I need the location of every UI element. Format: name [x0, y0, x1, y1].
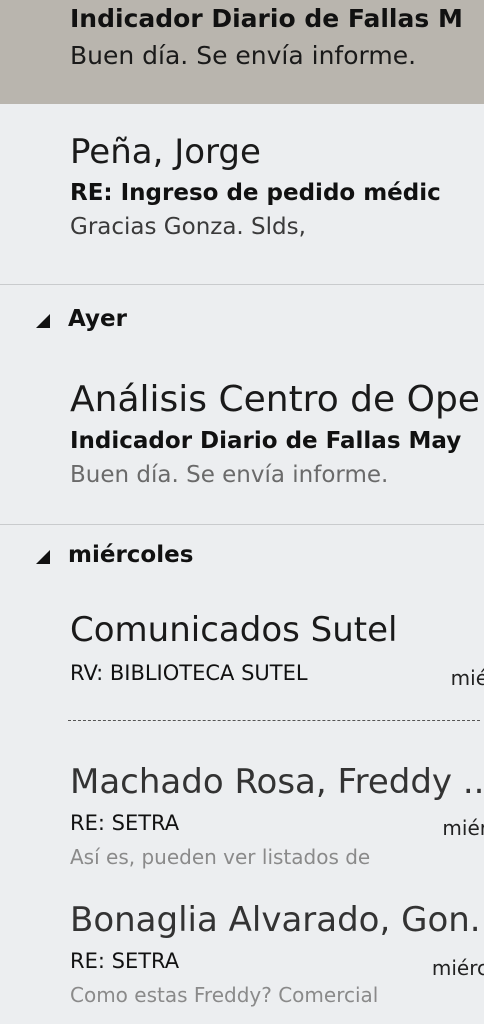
message-date: miér — [442, 816, 484, 840]
group-header-label: Ayer — [68, 306, 127, 332]
message-subject: RE: SETRA — [70, 811, 180, 835]
message-sender: Machado Rosa, Freddy ... — [70, 762, 484, 802]
message-item[interactable]: Bonaglia Alvarado, Gon... RE: SETRA miér… — [0, 900, 484, 1024]
message-list: Indicador Diario de Fallas M Buen día. S… — [0, 0, 484, 1024]
message-item[interactable]: Indicador Diario de Fallas M Buen día. S… — [0, 0, 484, 104]
message-preview: Gracias Gonza. Slds, — [70, 214, 306, 240]
message-sender: Comunicados Sutel — [70, 610, 398, 650]
message-subject: Indicador Diario de Fallas May — [70, 428, 462, 454]
message-preview: Buen día. Se envía informe. — [70, 462, 389, 488]
message-date: mié — [450, 666, 484, 690]
message-subject: RV: BIBLIOTECA SUTEL — [70, 661, 308, 685]
message-item[interactable]: Peña, Jorge RE: Ingreso de pedido médic … — [0, 132, 484, 280]
message-preview: Así es, pueden ver listados de — [70, 845, 371, 869]
message-date: miérc — [431, 956, 484, 980]
group-header-ayer[interactable]: Ayer — [36, 306, 127, 332]
separator — [0, 284, 484, 285]
message-item[interactable]: Machado Rosa, Freddy ... RE: SETRA miér … — [0, 762, 484, 880]
focus-outline — [68, 720, 480, 721]
group-header-label: miércoles — [68, 542, 194, 568]
message-subject: RE: SETRA — [70, 949, 180, 973]
message-sender: Análisis Centro de Ope — [70, 380, 480, 420]
group-header-miercoles[interactable]: miércoles — [36, 542, 193, 568]
message-preview: Como estas Freddy? Comercial — [70, 983, 379, 1007]
collapse-triangle-icon[interactable] — [36, 314, 50, 328]
message-sender: Peña, Jorge — [70, 132, 261, 172]
message-item[interactable]: Análisis Centro de Ope Indicador Diario … — [0, 380, 484, 520]
message-subject: Indicador Diario de Fallas M — [70, 4, 463, 33]
message-subject: RE: Ingreso de pedido médic — [70, 180, 441, 206]
message-sender: Bonaglia Alvarado, Gon... — [70, 900, 484, 940]
message-item[interactable]: Comunicados Sutel RV: BIBLIOTECA SUTEL m… — [0, 610, 484, 702]
message-preview: Buen día. Se envía informe. — [70, 41, 417, 70]
separator — [0, 524, 484, 525]
collapse-triangle-icon[interactable] — [36, 550, 50, 564]
